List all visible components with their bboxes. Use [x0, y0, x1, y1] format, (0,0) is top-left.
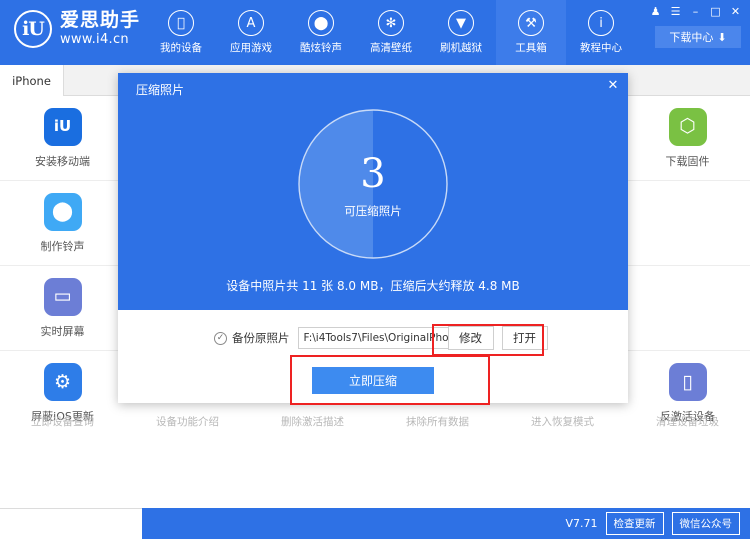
- radio-icon: [10, 517, 22, 530]
- flower-icon: ✻: [378, 10, 404, 36]
- device-deactivate-icon: ▯: [668, 363, 707, 401]
- nav-item-label: 高清壁纸: [370, 42, 412, 54]
- dialog-header: 压缩照片 ✕ 3 可压缩照片 设备中照片共 11 张 8.0 MB，压缩后大约释…: [118, 73, 628, 310]
- nav-item-2[interactable]: ⬤ 酷炫铃声: [286, 0, 356, 65]
- window-controls: ♟ ☰ – □ ✕: [647, 3, 744, 19]
- check-update-button[interactable]: 检查更新: [605, 512, 664, 535]
- wechat-button[interactable]: 微信公众号: [671, 512, 740, 535]
- skin-icon[interactable]: ♟: [647, 3, 664, 19]
- dialog-title: 压缩照片: [136, 83, 185, 97]
- dialog-summary: 设备中照片共 11 张 8.0 MB，压缩后大约释放 4.8 MB: [226, 279, 520, 293]
- close-icon[interactable]: ✕: [602, 75, 624, 95]
- monitor-icon: ▭: [43, 277, 82, 316]
- compressible-caption: 可压缩照片: [344, 204, 402, 218]
- tool-item[interactable]: ▭ 实时屏幕: [0, 266, 125, 351]
- info-icon: i: [588, 10, 614, 36]
- download-center-label: 下载中心: [669, 31, 714, 44]
- maximize-icon[interactable]: □: [707, 3, 724, 19]
- compressible-donut: 3 可压缩照片: [297, 108, 449, 260]
- tool-bottom-label[interactable]: 设备功能介绍: [125, 414, 250, 429]
- nav-item-label: 工具箱: [515, 42, 547, 54]
- minimize-icon[interactable]: –: [687, 3, 704, 19]
- appstore-icon: A: [238, 10, 264, 36]
- main-nav:  我的设备 A 应用游戏 ⬤ 酷炫铃声 ✻ 高清壁纸 ▼ 刷机越狱 ⚒ 工具箱 i 教程中心: [146, 0, 636, 65]
- brand: iU 爱思助手 www.i4.cn: [14, 10, 140, 48]
- nav-item-label: 教程中心: [580, 42, 622, 54]
- brand-url: www.i4.cn: [60, 32, 129, 48]
- tool-item-label: 下载固件: [665, 154, 710, 168]
- status-right: V7.71 检查更新 微信公众号: [565, 508, 740, 539]
- tool-item-empty: [625, 266, 750, 351]
- tool-item[interactable]: ⬡ 下载固件: [625, 96, 750, 181]
- close-icon[interactable]: ✕: [727, 3, 744, 19]
- backup-checkbox[interactable]: ✓: [214, 331, 227, 345]
- wrench-icon: ⚒: [518, 10, 544, 36]
- compress-now-button[interactable]: 立即压缩: [312, 367, 434, 394]
- tool-bottom-label[interactable]: 立即设备查询: [0, 414, 125, 429]
- nav-item-label: 刷机越狱: [440, 42, 482, 54]
- tool-item-empty: [625, 181, 750, 266]
- tool-bottom-label[interactable]: 清理设备垃圾: [625, 414, 750, 429]
- app-window: iU 爱思助手 www.i4.cn  我的设备 A 应用游戏 ⬤ 酷炫铃声 ✻ 高清壁纸 ▼ 刷…: [0, 0, 750, 539]
- nav-item-5[interactable]: ⚒ 工具箱: [496, 0, 566, 65]
- nav-item-0[interactable]:  我的设备: [146, 0, 216, 65]
- version-label: V7.71: [565, 517, 598, 530]
- tool-item-label: 制作铃声: [40, 239, 85, 253]
- tool-item-label: 安装移动端: [35, 154, 90, 168]
- download-center-button[interactable]: 下载中心 ⬇: [655, 26, 741, 48]
- tab-iphone[interactable]: iPhone: [0, 65, 64, 96]
- i4-app-icon: iU: [43, 107, 82, 146]
- app-header: iU 爱思助手 www.i4.cn  我的设备 A 应用游戏 ⬤ 酷炫铃声 ✻ 高清壁纸 ▼ 刷…: [0, 0, 750, 65]
- backup-label: 备份原照片: [232, 331, 290, 345]
- compress-photos-dialog: 压缩照片 ✕ 3 可压缩照片 设备中照片共 11 张 8.0 MB，压缩后大约释…: [118, 73, 628, 403]
- cube-icon: ⬡: [668, 107, 707, 146]
- backup-row: ✓ 备份原照片 F:\i4Tools7\Files\OriginalPhoto …: [214, 326, 548, 350]
- tool-item[interactable]: ⬤ 制作铃声: [0, 181, 125, 266]
- nav-item-label: 应用游戏: [230, 42, 272, 54]
- nav-item-1[interactable]: A 应用游戏: [216, 0, 286, 65]
- nav-item-label: 酷炫铃声: [300, 42, 342, 54]
- modify-path-button[interactable]: 修改: [447, 326, 494, 350]
- brand-name: 爱思助手: [60, 9, 141, 32]
- nav-item-4[interactable]: ▼ 刷机越狱: [426, 0, 496, 65]
- brand-logo-icon: iU: [14, 10, 52, 48]
- open-path-button[interactable]: 打开: [501, 326, 548, 350]
- dialog-body: ✓ 备份原照片 F:\i4Tools7\Files\OriginalPhoto …: [118, 310, 628, 403]
- block-itunes-toggle[interactable]: 阻止iTunes自动运行: [10, 508, 133, 539]
- nav-item-6[interactable]: i 教程中心: [566, 0, 636, 65]
- status-bar: 阻止iTunes自动运行 V7.71 检查更新 微信公众号: [0, 508, 750, 539]
- block-itunes-label: 阻止iTunes自动运行: [28, 516, 134, 531]
- brand-text: 爱思助手 www.i4.cn: [60, 9, 141, 48]
- tool-bottom-label[interactable]: 进入恢复模式: [500, 414, 625, 429]
- tool-item[interactable]: iU 安装移动端: [0, 96, 125, 181]
- backup-path-input[interactable]: F:\i4Tools7\Files\OriginalPhoto: [297, 327, 448, 349]
- nav-item-label: 我的设备: [160, 42, 202, 54]
- tool-bottom-label[interactable]: 抹除所有数据: [375, 414, 500, 429]
- apple-icon: : [168, 10, 194, 36]
- compressible-count: 3: [360, 151, 386, 197]
- tool-item-label: 实时屏幕: [40, 324, 85, 338]
- bell-plus-icon: ⬤: [43, 192, 82, 231]
- download-arrow-icon: ⬇: [717, 30, 727, 44]
- box-icon: ▼: [448, 10, 474, 36]
- bell-icon: ⬤: [308, 10, 334, 36]
- tool-bottom-label[interactable]: 删除激活描述: [250, 414, 375, 429]
- nav-item-3[interactable]: ✻ 高清壁纸: [356, 0, 426, 65]
- menu-icon[interactable]: ☰: [667, 3, 684, 19]
- gear-block-icon: ⚙: [43, 363, 82, 401]
- tools-bottom-row: 立即设备查询 设备功能介绍 删除激活描述 抹除所有数据 进入恢复模式 清理设备垃圾: [0, 406, 750, 436]
